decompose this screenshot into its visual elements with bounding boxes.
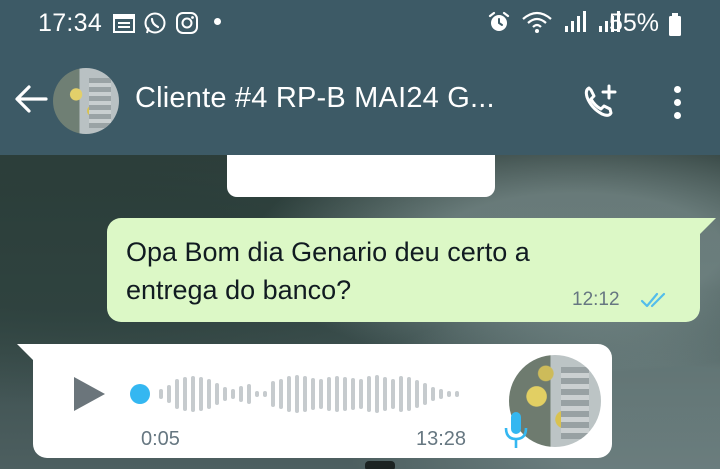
waveform-bar bbox=[415, 380, 419, 408]
chat-header: Cliente #4 RP-B MAI24 G... bbox=[0, 48, 720, 155]
waveform-bar bbox=[167, 385, 171, 403]
waveform-bar bbox=[431, 387, 435, 401]
incoming-audio-bubble[interactable]: 0:05 13:28 bbox=[17, 344, 612, 458]
status-bar: 17:34 55% bbox=[0, 0, 720, 48]
waveform-bar bbox=[319, 379, 323, 409]
calendar-icon bbox=[113, 13, 135, 38]
next-message-edge bbox=[365, 461, 395, 469]
outgoing-message-bubble[interactable]: Opa Bom dia Genario deu certo a entrega … bbox=[107, 218, 716, 322]
waveform-bar bbox=[207, 379, 211, 409]
contact-name[interactable]: Cliente #4 RP-B MAI24 G... bbox=[135, 82, 495, 115]
waveform-bar bbox=[295, 375, 299, 413]
waveform-bar bbox=[215, 383, 219, 405]
waveform-bar bbox=[327, 377, 331, 411]
audio-waveform[interactable] bbox=[129, 372, 469, 416]
waveform-bar bbox=[335, 376, 339, 412]
waveform-bar bbox=[287, 376, 291, 412]
alarm-icon bbox=[487, 10, 511, 39]
waveform-bar bbox=[367, 376, 371, 412]
waveform-bar bbox=[423, 383, 427, 405]
waveform-bar bbox=[223, 387, 227, 401]
chat-area[interactable]: Opa Bom dia Genario deu certo a entrega … bbox=[0, 155, 720, 469]
contact-avatar[interactable] bbox=[53, 68, 119, 134]
signal-icon bbox=[563, 10, 587, 39]
audio-progress-dot bbox=[130, 384, 150, 404]
play-icon[interactable] bbox=[70, 374, 108, 419]
waveform-bar bbox=[383, 377, 387, 411]
waveform-bar bbox=[439, 389, 443, 399]
instagram-icon bbox=[175, 11, 199, 40]
outgoing-message-text: Opa Bom dia Genario deu certo a entrega … bbox=[126, 237, 530, 305]
waveform-bar bbox=[407, 377, 411, 411]
waveform-bar bbox=[279, 379, 283, 409]
whatsapp-icon bbox=[143, 11, 167, 40]
waveform-bar bbox=[447, 391, 451, 397]
waveform-bar bbox=[271, 381, 275, 407]
waveform-bar bbox=[359, 379, 363, 409]
waveform-bar bbox=[455, 391, 459, 397]
waveform-bar bbox=[239, 386, 243, 402]
waveform-bar bbox=[175, 379, 179, 409]
back-arrow-icon[interactable] bbox=[14, 83, 48, 120]
previous-message-bubble[interactable] bbox=[227, 155, 495, 197]
waveform-bar bbox=[311, 378, 315, 410]
waveform-bar bbox=[263, 391, 267, 397]
waveform-bar bbox=[303, 376, 307, 412]
waveform-bar bbox=[199, 377, 203, 411]
outgoing-message-time: 12:12 bbox=[572, 289, 620, 310]
read-receipt-icon bbox=[640, 291, 670, 314]
add-call-icon[interactable] bbox=[581, 82, 621, 127]
waveform-bar bbox=[231, 389, 235, 399]
battery-icon bbox=[668, 13, 682, 42]
more-vert-icon[interactable] bbox=[668, 82, 688, 122]
waveform-bar bbox=[183, 377, 187, 411]
wifi-icon bbox=[521, 10, 553, 39]
battery-percent: 55% bbox=[609, 9, 660, 37]
waveform-bar bbox=[351, 378, 355, 410]
notification-dot bbox=[214, 18, 221, 25]
audio-duration: 0:05 bbox=[141, 428, 180, 450]
waveform-bar bbox=[399, 376, 403, 412]
waveform-bar bbox=[375, 375, 379, 413]
waveform-bar bbox=[191, 376, 195, 412]
waveform-bar bbox=[391, 379, 395, 409]
status-time: 17:34 bbox=[38, 9, 103, 37]
top-bar: 17:34 55% Cliente #4 RP-B MAI24 G... bbox=[0, 0, 720, 155]
waveform-bar bbox=[159, 389, 163, 399]
waveform-bar bbox=[343, 377, 347, 411]
waveform-bar bbox=[247, 384, 251, 404]
mic-icon bbox=[503, 410, 529, 455]
waveform-bar bbox=[255, 391, 259, 397]
incoming-message-time: 13:28 bbox=[416, 428, 467, 450]
